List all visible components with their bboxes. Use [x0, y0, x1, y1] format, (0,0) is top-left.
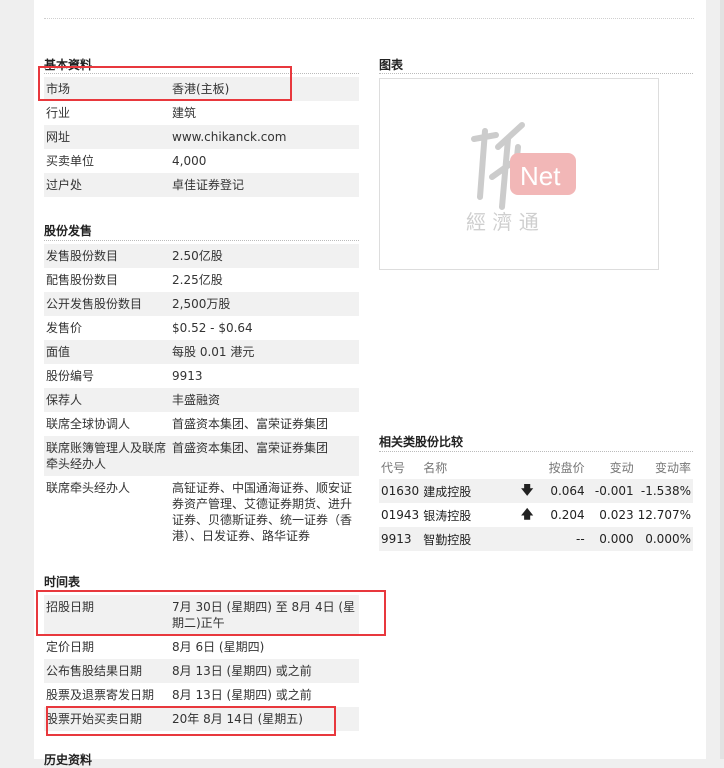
row-value: 2.50亿股 [172, 249, 223, 263]
highlight-listing-date [46, 706, 336, 736]
share-offer-divider [44, 240, 359, 241]
table-row: 买卖单位 4,000 [44, 149, 359, 173]
chart-panel[interactable]: Net 經 濟 通 [379, 78, 659, 270]
row-value: 8月 13日 (星期四) 或之前 [172, 664, 312, 678]
table-row: 发售股份数目 2.50亿股 [44, 244, 359, 268]
stock-price: 0.064 [550, 484, 585, 498]
row-label: 发售价 [46, 321, 83, 335]
table-row: 01943 银涛控股 🡅 0.204 0.023 12.707% [379, 503, 693, 527]
row-value: $0.52 - $0.64 [172, 321, 253, 335]
table-row: 面值 每股 0.01 港元 [44, 340, 359, 364]
stock-change: 0.000 [599, 532, 634, 546]
col-code-header: 代号 [381, 460, 406, 475]
row-value: 4,000 [172, 154, 207, 168]
table-header-row: 代号 名称 按盘价 变动 变动率 [379, 455, 693, 479]
table-row: 股份编号 9913 [44, 364, 359, 388]
table-row: 发售价 $0.52 - $0.64 [44, 316, 359, 340]
row-label: 股票及退票寄发日期 [46, 688, 155, 702]
arrow-up-icon: 🡅 [520, 506, 534, 521]
table-row: 行业 建筑 [44, 101, 359, 125]
logo-net-text: Net [520, 161, 561, 191]
peer-compare-title: 相关类股份比较 [379, 435, 464, 449]
top-divider [44, 18, 694, 19]
table-row: 联席牵头经办人 高钲证券、中国通海证券、顺安证券资产管理、艾德证券期货、进升证券、… [44, 476, 359, 548]
timetable-title: 时间表 [44, 575, 81, 589]
stock-name-link[interactable]: 银涛控股 [421, 503, 519, 527]
stock-name-link[interactable]: 建成控股 [421, 479, 519, 503]
stock-name-link[interactable]: 智勤控股 [421, 527, 519, 551]
table-row: 网址 www.chikanck.com [44, 125, 359, 149]
row-value: 建筑 [172, 106, 197, 120]
website-link[interactable]: www.chikanck.com [170, 125, 359, 149]
col-trend-header [519, 455, 540, 479]
table-row: 配售股份数目 2.25亿股 [44, 268, 359, 292]
row-value: 首盛资本集团、富荣证券集团 [172, 441, 329, 455]
row-value: 高钲证券、中国通海证券、顺安证券资产管理、艾德证券期货、进升证券、贝德斯证券、统… [172, 481, 353, 543]
stock-code-link[interactable]: 9913 [379, 527, 421, 551]
stock-change-pct: 0.000% [645, 532, 691, 546]
row-value: 首盛资本集团、富荣证券集团 [172, 417, 329, 431]
row-label: 公布售股结果日期 [46, 664, 143, 678]
stock-change: 0.023 [599, 508, 634, 522]
chart-divider [379, 73, 693, 74]
peer-compare-divider [379, 451, 693, 452]
stock-change-pct: 12.707% [637, 508, 691, 522]
row-value: 卓佳证券登记 [172, 178, 245, 192]
stock-price: 0.204 [550, 508, 585, 522]
stock-price: -- [576, 532, 585, 546]
col-pct-header: 变动率 [654, 460, 691, 475]
content-card: 基本資料 市场 香港(主板) 行业 建筑 网址 www.chikanck.com 买卖… [34, 0, 706, 767]
col-name-header: 名称 [423, 460, 448, 475]
table-row: 01630 建成控股 🡇 0.064 -0.001 -1.538% [379, 479, 693, 503]
row-label: 过户处 [46, 178, 83, 192]
table-row: 公布售股结果日期 8月 13日 (星期四) 或之前 [44, 659, 359, 683]
row-value: 丰盛融资 [172, 393, 221, 407]
table-row: 公开发售股份数目 2,500万股 [44, 292, 359, 316]
arrow-down-icon: 🡇 [520, 482, 534, 497]
share-offer-title: 股份发售 [44, 224, 93, 238]
stock-code-link[interactable]: 01630 [379, 479, 421, 503]
row-label: 联席全球协调人 [46, 417, 131, 431]
logo-cn-text: 經 濟 通 [466, 210, 539, 234]
row-label: 公开发售股份数目 [46, 297, 143, 311]
row-value: 2,500万股 [172, 297, 231, 311]
table-row: 联席账簿管理人及联席牵头经办人 首盛资本集团、富荣证券集团 [44, 436, 359, 476]
row-value: 8月 6日 (星期四) [172, 640, 265, 654]
table-row: 保荐人 丰盛融资 [44, 388, 359, 412]
row-label: 网址 [46, 130, 71, 144]
row-value: 每股 0.01 港元 [172, 345, 255, 359]
highlight-market [38, 66, 292, 101]
peer-compare-table: 代号 名称 按盘价 变动 变动率 01630 建成控股 🡇 0.064 -0.0… [379, 455, 693, 551]
row-label: 行业 [46, 106, 71, 120]
row-label: 联席账簿管理人及联席牵头经办人 [46, 441, 167, 471]
row-label: 发售股份数目 [46, 249, 119, 263]
table-row: 9913 智勤控股 -- 0.000 0.000% [379, 527, 693, 551]
col-price-header: 按盘价 [548, 460, 585, 475]
scrollbar[interactable] [720, 0, 724, 759]
stock-code-link[interactable]: 01943 [379, 503, 421, 527]
row-label: 定价日期 [46, 640, 95, 654]
trend-icon [519, 527, 540, 551]
stock-change: -0.001 [594, 484, 634, 498]
row-value: 9913 [172, 369, 203, 383]
row-label: 联席牵头经办人 [46, 481, 131, 495]
stock-change-pct: -1.538% [640, 484, 691, 498]
table-row: 定价日期 8月 6日 (星期四) [44, 635, 359, 659]
chart-title: 图表 [379, 58, 404, 72]
history-title: 历史资料 [44, 753, 93, 767]
highlight-subscription-date [36, 590, 386, 636]
row-label: 买卖单位 [46, 154, 95, 168]
row-value: 8月 13日 (星期四) 或之前 [172, 688, 312, 702]
table-row: 过户处 卓佳证券登记 [44, 173, 359, 197]
col-change-header: 变动 [609, 460, 634, 475]
share-offer-table: 发售股份数目 2.50亿股 配售股份数目 2.25亿股 公开发售股份数目 2,500万… [44, 244, 359, 548]
row-label: 配售股份数目 [46, 273, 119, 287]
row-label: 股份编号 [46, 369, 95, 383]
row-label: 保荐人 [46, 393, 83, 407]
etnet-logo-icon: Net 經 濟 通 [466, 122, 576, 234]
table-row: 股票及退票寄发日期 8月 13日 (星期四) 或之前 [44, 683, 359, 707]
row-label: 面值 [46, 345, 71, 359]
table-row: 联席全球协调人 首盛资本集团、富荣证券集团 [44, 412, 359, 436]
row-value: 2.25亿股 [172, 273, 223, 287]
